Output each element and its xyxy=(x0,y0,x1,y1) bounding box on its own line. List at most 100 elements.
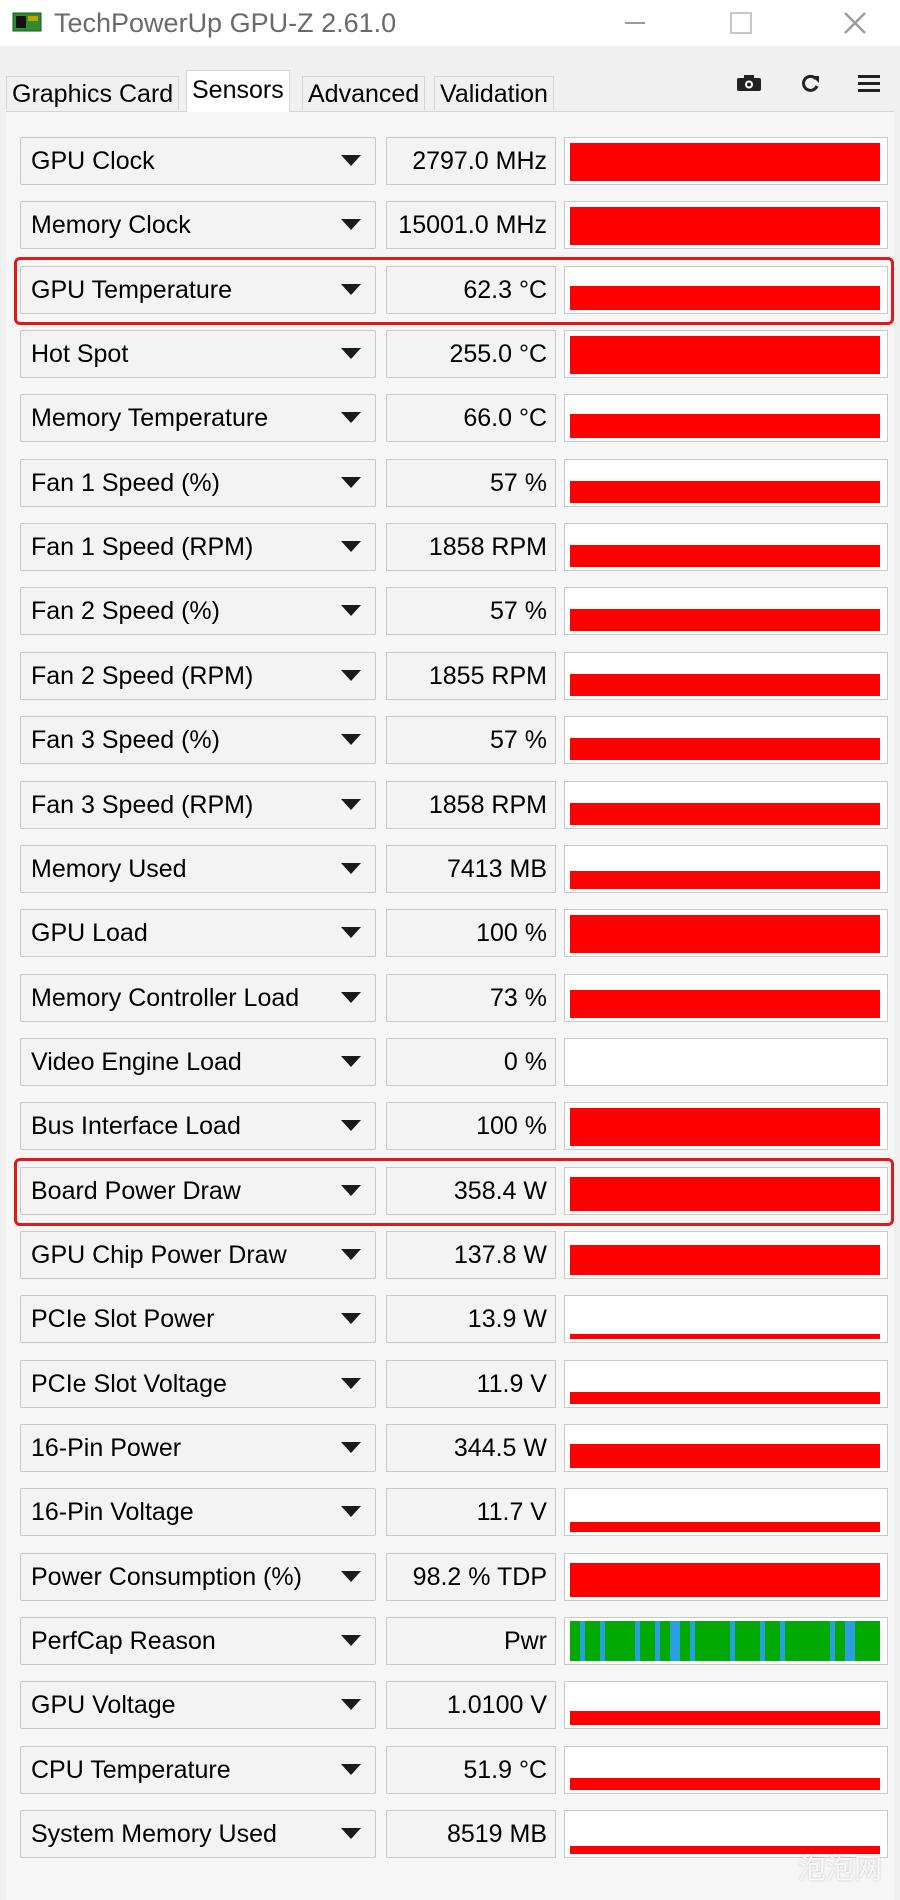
maximize-button[interactable] xyxy=(706,0,776,46)
dropdown-arrow-icon[interactable] xyxy=(341,1378,361,1389)
dropdown-arrow-icon[interactable] xyxy=(341,219,361,230)
sensor-row: Bus Interface Load100 % xyxy=(6,1102,894,1154)
sensor-name-dropdown[interactable]: Memory Controller Load xyxy=(20,974,376,1022)
dropdown-arrow-icon[interactable] xyxy=(341,1635,361,1646)
tab-graphics-card[interactable]: Graphics Card xyxy=(6,76,179,110)
sensor-name-dropdown[interactable]: GPU Voltage xyxy=(20,1681,376,1729)
sensor-graph[interactable] xyxy=(564,523,888,571)
sensor-graph[interactable] xyxy=(564,394,888,442)
dropdown-arrow-icon[interactable] xyxy=(341,1249,361,1260)
sensor-name-label: Hot Spot xyxy=(31,331,128,377)
sensor-graph[interactable] xyxy=(564,974,888,1022)
sensor-name-dropdown[interactable]: GPU Clock xyxy=(20,137,376,185)
sensor-name-dropdown[interactable]: PerfCap Reason xyxy=(20,1617,376,1665)
sensor-graph-fill xyxy=(570,143,880,181)
sensor-name-dropdown[interactable]: CPU Temperature xyxy=(20,1746,376,1794)
sensor-name-dropdown[interactable]: Video Engine Load xyxy=(20,1038,376,1086)
sensor-graph[interactable] xyxy=(564,587,888,635)
dropdown-arrow-icon[interactable] xyxy=(341,412,361,423)
sensor-graph-fill xyxy=(570,1177,880,1211)
sensor-graph[interactable] xyxy=(564,652,888,700)
dropdown-arrow-icon[interactable] xyxy=(341,284,361,295)
sensor-graph[interactable] xyxy=(564,1038,888,1086)
sensor-name-dropdown[interactable]: GPU Load xyxy=(20,909,376,957)
sensor-name-dropdown[interactable]: PCIe Slot Power xyxy=(20,1295,376,1343)
dropdown-arrow-icon[interactable] xyxy=(341,1185,361,1196)
dropdown-arrow-icon[interactable] xyxy=(341,863,361,874)
sensor-graph[interactable] xyxy=(564,909,888,957)
sensor-name-dropdown[interactable]: 16-Pin Power xyxy=(20,1424,376,1472)
sensor-graph[interactable] xyxy=(564,1681,888,1729)
dropdown-arrow-icon[interactable] xyxy=(341,541,361,552)
sensor-name-dropdown[interactable]: Memory Temperature xyxy=(20,394,376,442)
camera-icon xyxy=(736,74,762,92)
sensor-graph[interactable] xyxy=(564,1553,888,1601)
close-button[interactable] xyxy=(820,0,890,46)
dropdown-arrow-icon[interactable] xyxy=(341,605,361,616)
sensor-name-dropdown[interactable]: Fan 3 Speed (%) xyxy=(20,716,376,764)
sensor-row: GPU Chip Power Draw 137.8 W xyxy=(6,1231,894,1283)
sensor-graph[interactable] xyxy=(564,1167,888,1215)
sensor-graph[interactable] xyxy=(564,1488,888,1536)
dropdown-arrow-icon[interactable] xyxy=(341,927,361,938)
screenshot-button[interactable] xyxy=(732,68,766,98)
sensor-graph[interactable] xyxy=(564,1295,888,1343)
sensor-value: 137.8 W xyxy=(454,1232,547,1278)
tab-validation[interactable]: Validation xyxy=(434,76,554,110)
sensor-name-dropdown[interactable]: Power Consumption (%) xyxy=(20,1553,376,1601)
dropdown-arrow-icon[interactable] xyxy=(341,477,361,488)
refresh-button[interactable] xyxy=(793,68,827,98)
sensor-graph[interactable] xyxy=(564,330,888,378)
dropdown-arrow-icon[interactable] xyxy=(341,734,361,745)
dropdown-arrow-icon[interactable] xyxy=(341,348,361,359)
sensor-row: Memory Controller Load73 % xyxy=(6,974,894,1026)
sensor-name-dropdown[interactable]: Memory Used xyxy=(20,845,376,893)
dropdown-arrow-icon[interactable] xyxy=(341,1764,361,1775)
dropdown-arrow-icon[interactable] xyxy=(341,1120,361,1131)
sensor-graph[interactable] xyxy=(564,781,888,829)
sensor-name-dropdown[interactable]: System Memory Used xyxy=(20,1810,376,1858)
dropdown-arrow-icon[interactable] xyxy=(341,155,361,166)
sensor-graph[interactable] xyxy=(564,845,888,893)
sensor-name-dropdown[interactable]: PCIe Slot Voltage xyxy=(20,1360,376,1408)
sensor-value: 1.0100 V xyxy=(447,1682,547,1728)
sensor-graph[interactable] xyxy=(564,459,888,507)
dropdown-arrow-icon[interactable] xyxy=(341,992,361,1003)
sensor-name-dropdown[interactable]: Bus Interface Load xyxy=(20,1102,376,1150)
sensor-graph[interactable] xyxy=(564,1360,888,1408)
tab-advanced[interactable]: Advanced xyxy=(302,76,425,110)
tab-sensors[interactable]: Sensors xyxy=(186,70,290,112)
minimize-button[interactable] xyxy=(600,0,670,46)
dropdown-arrow-icon[interactable] xyxy=(341,1056,361,1067)
sensor-name-dropdown[interactable]: GPU Chip Power Draw xyxy=(20,1231,376,1279)
sensor-name-dropdown[interactable]: Fan 2 Speed (%) xyxy=(20,587,376,635)
sensor-name-dropdown[interactable]: GPU Temperature xyxy=(20,266,376,314)
sensor-name-dropdown[interactable]: Hot Spot xyxy=(20,330,376,378)
sensor-graph[interactable] xyxy=(564,1424,888,1472)
sensor-graph[interactable] xyxy=(564,201,888,249)
sensor-graph[interactable] xyxy=(564,137,888,185)
dropdown-arrow-icon[interactable] xyxy=(341,1313,361,1324)
sensor-name-dropdown[interactable]: Board Power Draw xyxy=(20,1167,376,1215)
sensor-graph[interactable] xyxy=(564,1617,888,1665)
sensor-graph[interactable] xyxy=(564,1102,888,1150)
menu-button[interactable] xyxy=(852,68,886,98)
sensor-value: 1858 RPM xyxy=(429,524,547,570)
dropdown-arrow-icon[interactable] xyxy=(341,670,361,681)
dropdown-arrow-icon[interactable] xyxy=(341,1828,361,1839)
sensor-name-dropdown[interactable]: Fan 1 Speed (RPM) xyxy=(20,523,376,571)
sensor-graph[interactable] xyxy=(564,266,888,314)
sensor-name-dropdown[interactable]: Fan 1 Speed (%) xyxy=(20,459,376,507)
sensor-graph[interactable] xyxy=(564,1231,888,1279)
dropdown-arrow-icon[interactable] xyxy=(341,1506,361,1517)
sensor-graph[interactable] xyxy=(564,1746,888,1794)
sensor-graph[interactable] xyxy=(564,716,888,764)
dropdown-arrow-icon[interactable] xyxy=(341,1442,361,1453)
sensor-name-dropdown[interactable]: Fan 2 Speed (RPM) xyxy=(20,652,376,700)
sensor-name-dropdown[interactable]: Memory Clock xyxy=(20,201,376,249)
sensor-name-dropdown[interactable]: Fan 3 Speed (RPM) xyxy=(20,781,376,829)
sensor-name-dropdown[interactable]: 16-Pin Voltage xyxy=(20,1488,376,1536)
dropdown-arrow-icon[interactable] xyxy=(341,799,361,810)
dropdown-arrow-icon[interactable] xyxy=(341,1699,361,1710)
dropdown-arrow-icon[interactable] xyxy=(341,1571,361,1582)
